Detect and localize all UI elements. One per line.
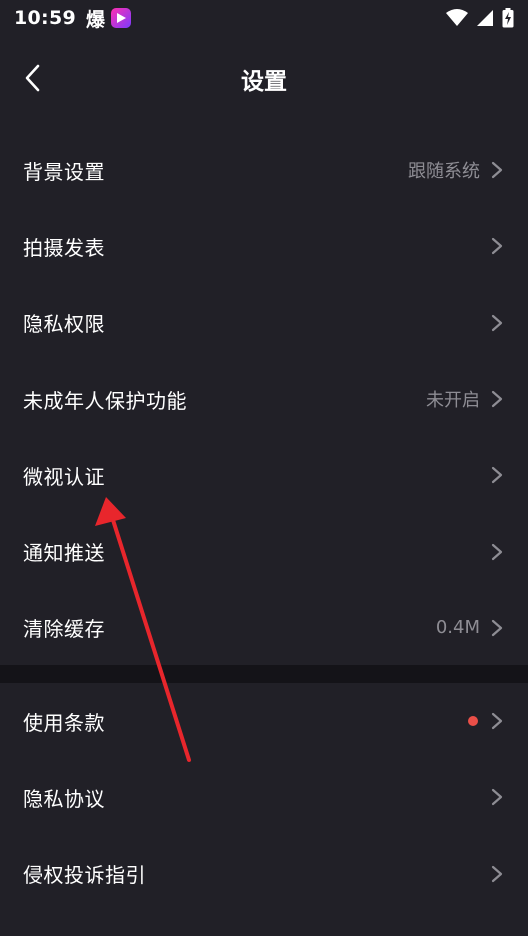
- settings-row-shoot-publish[interactable]: 拍摄发表: [0, 208, 528, 284]
- row-label: 拍摄发表: [23, 235, 105, 260]
- chevron-right-icon: [491, 390, 503, 408]
- settings-row-weishi-verification[interactable]: 微视认证: [0, 437, 528, 513]
- battery-charging-icon: [502, 8, 514, 28]
- row-label: 侵权投诉指引: [23, 863, 146, 888]
- status-icons: [446, 8, 514, 28]
- row-label: 清除缓存: [23, 617, 105, 642]
- settings-row-privacy-policy[interactable]: 隐私协议: [0, 759, 528, 835]
- settings-row-terms-of-use[interactable]: 使用条款: [0, 683, 528, 759]
- notification-glyph: 爆: [85, 8, 105, 31]
- chevron-right-icon: [491, 467, 503, 484]
- settings-group-legal: 使用条款 隐私协议 侵权投诉指引: [0, 683, 528, 912]
- row-label: 隐私协议: [23, 786, 105, 811]
- row-label: 通知推送: [23, 541, 105, 566]
- row-value: 未开启: [426, 390, 480, 412]
- settings-row-background[interactable]: 背景设置 跟随系统: [0, 132, 528, 208]
- app-badge-icon: [111, 8, 131, 28]
- row-value: 0.4M: [435, 617, 480, 639]
- status-time: 10:59: [14, 7, 76, 29]
- nav-bar: 设置: [0, 40, 528, 112]
- wifi-icon: [446, 9, 468, 26]
- section-divider: [0, 665, 528, 683]
- settings-row-clear-cache[interactable]: 清除缓存 0.4M: [0, 590, 528, 666]
- settings-group-general: 背景设置 跟随系统 拍摄发表 隐私权限 未成年人保护功能 未开启 微视认证 通知…: [0, 132, 528, 666]
- settings-row-infringement-guide[interactable]: 侵权投诉指引: [0, 836, 528, 912]
- chevron-right-icon: [491, 619, 503, 637]
- new-badge-dot: [468, 716, 478, 727]
- settings-row-notifications[interactable]: 通知推送: [0, 513, 528, 589]
- chevron-right-icon: [491, 789, 503, 806]
- settings-row-minor-protection[interactable]: 未成年人保护功能 未开启: [0, 361, 528, 437]
- status-bar: 10:59 爆: [0, 0, 528, 36]
- chevron-right-icon: [491, 865, 503, 882]
- settings-row-privacy-permissions[interactable]: 隐私权限: [0, 285, 528, 361]
- row-label: 微视认证: [23, 464, 105, 489]
- chevron-right-icon: [491, 162, 503, 179]
- row-label: 未成年人保护功能: [23, 388, 187, 413]
- chevron-right-icon: [491, 543, 503, 560]
- row-label: 隐私权限: [23, 312, 105, 337]
- row-label: 使用条款: [23, 710, 105, 735]
- page-title: 设置: [241, 69, 287, 95]
- chevron-right-icon: [491, 314, 503, 331]
- signal-icon: [477, 10, 493, 26]
- row-value: 跟随系统: [408, 161, 480, 183]
- chevron-right-icon: [491, 713, 503, 730]
- row-label: 背景设置: [23, 159, 105, 184]
- chevron-right-icon: [491, 238, 503, 255]
